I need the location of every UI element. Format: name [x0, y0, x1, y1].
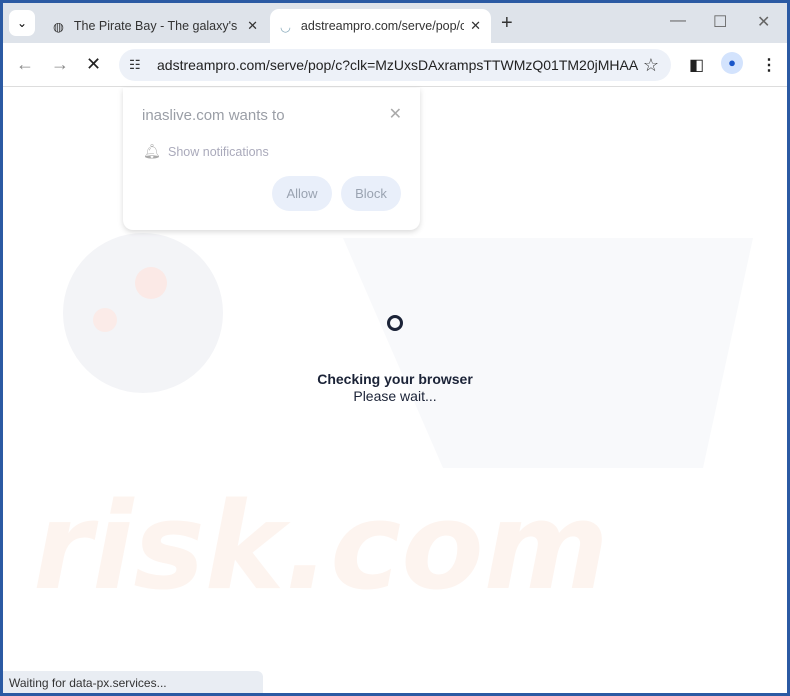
- page-content: risk.com inaslive.com wants to ✕ 🔔︎ Show…: [3, 88, 787, 693]
- menu-icon[interactable]: ⋮: [761, 55, 777, 75]
- maximize-button[interactable]: ☐: [713, 12, 727, 32]
- new-tab-button[interactable]: +: [501, 12, 513, 35]
- tab-search-button[interactable]: ⌄: [9, 10, 35, 36]
- close-tab-icon[interactable]: ✕: [247, 18, 258, 34]
- tab-adstreampro[interactable]: ◡ adstreampro.com/serve/pop/c?clk=MzUxsD…: [270, 9, 491, 43]
- tab-bar: ⌄ ◍ The Pirate Bay - The galaxy's most r…: [3, 3, 787, 43]
- allow-button[interactable]: Allow: [272, 176, 332, 211]
- notification-permission-popup: inaslive.com wants to ✕ 🔔︎ Show notifica…: [123, 88, 420, 230]
- address-bar[interactable]: ☷ adstreampro.com/serve/pop/c?clk=MzUxsD…: [119, 49, 671, 81]
- loading-spinner: [387, 315, 403, 331]
- block-button[interactable]: Block: [341, 176, 401, 211]
- globe-icon: ◍: [53, 19, 64, 34]
- permission-text: Show notifications: [168, 145, 269, 159]
- minimize-button[interactable]: —: [670, 12, 686, 30]
- site-info-icon[interactable]: ☷: [129, 57, 153, 73]
- status-bar: Waiting for data-px.services...: [3, 671, 263, 693]
- forward-button[interactable]: →: [51, 54, 69, 75]
- bookmark-star-icon[interactable]: ☆: [643, 55, 659, 76]
- page-heading: Checking your browser: [317, 371, 473, 387]
- tab-pirate-bay[interactable]: ◍ The Pirate Bay - The galaxy's most res…: [43, 9, 268, 43]
- url-text[interactable]: adstreampro.com/serve/pop/c?clk=MzUxsDAx…: [157, 57, 643, 73]
- chevron-down-icon: ⌄: [16, 16, 28, 30]
- tab-title: adstreampro.com/serve/pop/c?clk=MzUxsDAx…: [300, 19, 465, 33]
- profile-avatar[interactable]: ●: [721, 52, 743, 74]
- popup-title: inaslive.com wants to: [142, 107, 285, 124]
- page-subtext: Please wait...: [353, 388, 437, 404]
- toolbar: ← → ✕ ☷ adstreampro.com/serve/pop/c?clk=…: [3, 43, 787, 87]
- tab-title: The Pirate Bay - The galaxy's most resil…: [73, 19, 241, 33]
- browser-window: ⌄ ◍ The Pirate Bay - The galaxy's most r…: [3, 3, 787, 693]
- bell-icon: 🔔︎: [143, 143, 161, 159]
- loading-spinner-icon: ◡: [280, 19, 291, 34]
- close-popup-icon[interactable]: ✕: [389, 104, 402, 124]
- back-button[interactable]: ←: [16, 54, 34, 75]
- svg-text:risk.com: risk.com: [33, 478, 609, 617]
- side-panel-icon[interactable]: ◧: [689, 55, 704, 75]
- close-window-button[interactable]: ✕: [757, 12, 770, 32]
- stop-loading-button[interactable]: ✕: [86, 54, 101, 75]
- close-tab-icon[interactable]: ✕: [470, 18, 481, 34]
